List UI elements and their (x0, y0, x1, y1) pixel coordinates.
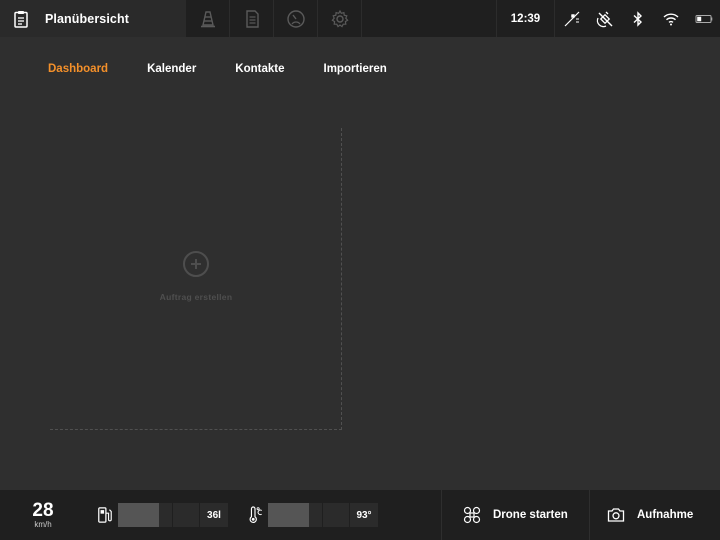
temperature-bar: 93° (268, 503, 378, 527)
fuel-bar-fill (118, 503, 159, 527)
tab-dashboard[interactable]: Dashboard (48, 63, 108, 75)
temperature-value: 93° (350, 503, 378, 527)
speed-display: 28 km/h (0, 490, 86, 540)
traffic-cone-icon (200, 10, 215, 27)
drone-start-label: Drone starten (493, 509, 568, 521)
tab-settings[interactable] (318, 0, 362, 37)
thermometer-icon (249, 506, 262, 523)
create-order-label: Auftrag erstellen (159, 292, 233, 302)
camera-icon (607, 508, 625, 522)
tab-traffic-cone[interactable] (186, 0, 230, 37)
top-bar: Planübersicht 12:39 (0, 0, 720, 37)
clock: 12:39 (497, 0, 555, 37)
app-title-area: Planübersicht (0, 0, 186, 37)
wifi-icon (663, 12, 678, 25)
status-area: 12:39 (496, 0, 720, 37)
fuel-pump-icon (98, 507, 112, 523)
drone-icon (463, 506, 481, 524)
satellite-off-icon (596, 11, 612, 27)
tab-importieren[interactable]: Importieren (324, 63, 387, 75)
tab-kontakte[interactable]: Kontakte (235, 63, 284, 75)
record-button[interactable]: Aufnahme (589, 490, 720, 540)
fuel-value: 36l (200, 503, 228, 527)
speed-unit: km/h (34, 519, 52, 529)
fuel-gauge: 36l (96, 490, 228, 540)
record-label: Aufnahme (637, 509, 694, 521)
temperature-bar-fill (268, 503, 309, 527)
status-bluetooth (621, 0, 654, 37)
gear-icon (330, 9, 349, 28)
status-battery (687, 0, 720, 37)
tab-document[interactable] (230, 0, 274, 37)
bluetooth-icon (633, 10, 642, 27)
speedometer-icon (286, 9, 305, 28)
document-icon (245, 9, 259, 28)
drone-start-button[interactable]: Drone starten (441, 490, 589, 540)
clipboard-icon (14, 10, 28, 28)
spotlight-icon (564, 11, 579, 26)
temperature-gauge: 93° (246, 490, 378, 540)
main-nav: Dashboard Kalender Kontakte Importieren (48, 63, 426, 75)
status-light (555, 0, 588, 37)
add-order-button[interactable] (183, 251, 209, 277)
tab-kalender[interactable]: Kalender (147, 63, 196, 75)
tab-speedometer[interactable] (274, 0, 318, 37)
speed-value: 28 (32, 499, 54, 521)
battery-icon (695, 14, 712, 23)
fuel-bar: 36l (118, 503, 228, 527)
page-title: Planübersicht (45, 11, 129, 26)
status-wifi (654, 0, 687, 37)
status-satellite (588, 0, 621, 37)
create-order-card[interactable]: Auftrag erstellen (50, 128, 342, 430)
bottom-bar: 28 km/h 36l 93° Drone starten Aufnahme (0, 490, 720, 540)
